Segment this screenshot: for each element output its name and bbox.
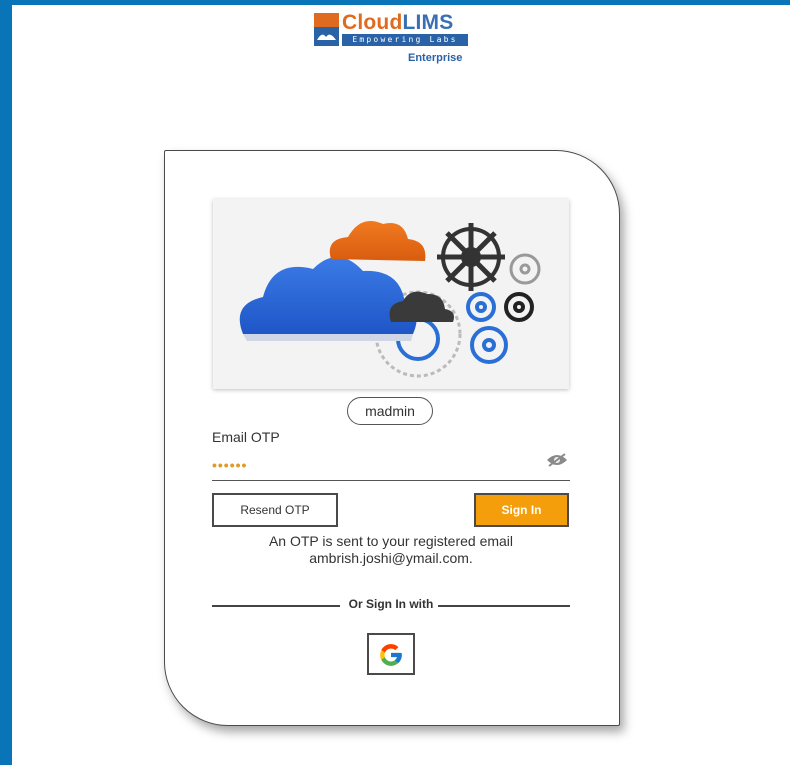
login-card: madmin Email OTP •••••• Resend OTP Sign … <box>164 150 620 726</box>
otp-label: Email OTP <box>212 429 280 445</box>
hero-illustration <box>213 199 569 389</box>
logo-edition: Enterprise <box>408 52 463 64</box>
divider-line-right <box>438 605 570 607</box>
google-signin-button[interactable] <box>367 633 415 675</box>
logo-mark-icon <box>314 13 339 46</box>
otp-message-email: ambrish.joshi@ymail.com. <box>309 550 473 566</box>
logo-tagline: Empowering Labs <box>342 34 468 46</box>
google-icon <box>380 644 402 666</box>
logo-title: CloudLIMS <box>342 11 454 34</box>
cloud-gears-illustration-icon <box>239 220 541 378</box>
page: CloudLIMS Empowering Labs Enterprise mad… <box>12 5 790 765</box>
email-otp-input[interactable]: •••••• <box>212 447 570 481</box>
otp-message-line1: An OTP is sent to your registered email <box>268 533 514 549</box>
eye-hidden-icon[interactable] <box>546 453 568 467</box>
cloudlims-logo: CloudLIMS Empowering Labs Enterprise <box>314 11 474 69</box>
alt-signin-divider: Or Sign In with <box>212 597 570 613</box>
otp-sent-message: An OTP is sent to your registered email … <box>212 533 570 567</box>
username-chip[interactable]: madmin <box>347 397 433 425</box>
resend-otp-button[interactable]: Resend OTP <box>212 493 338 527</box>
otp-value: •••••• <box>212 457 248 473</box>
divider-text: Or Sign In with <box>348 597 434 611</box>
sign-in-button[interactable]: Sign In <box>474 493 569 527</box>
